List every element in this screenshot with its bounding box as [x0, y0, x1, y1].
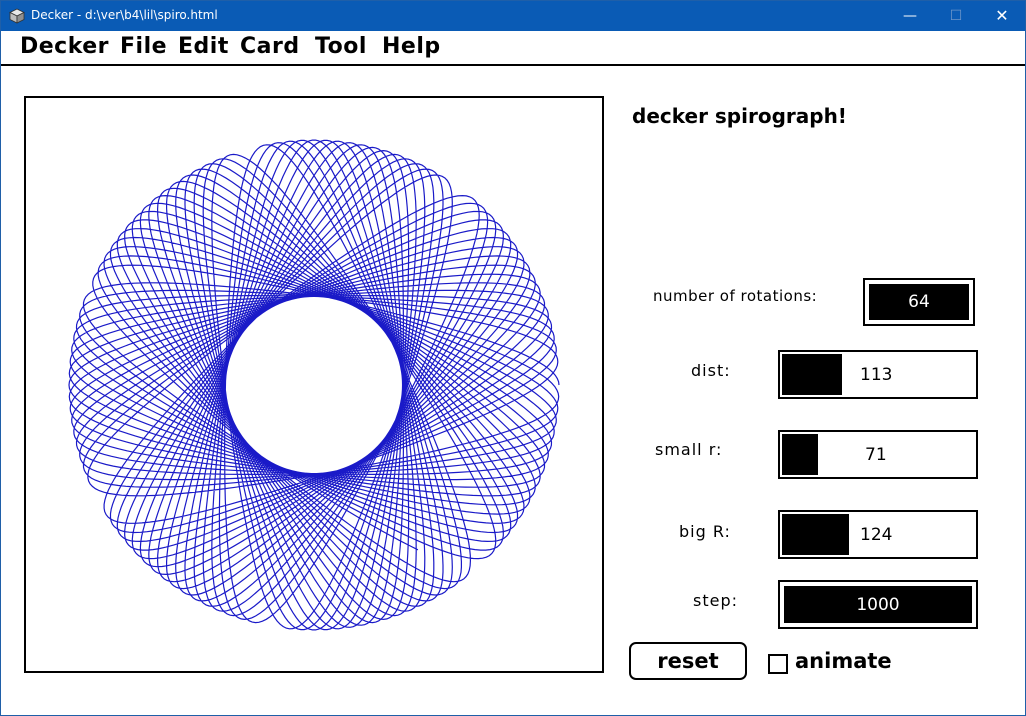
title-bar[interactable]: Decker - d:\ver\b4\lil\spiro.html — ☐ ✕ [1, 1, 1025, 31]
rotations-value: 64 [908, 292, 930, 312]
app-window: Decker - d:\ver\b4\lil\spiro.html — ☐ ✕ … [0, 0, 1026, 716]
rotations-label: number of rotations: [653, 287, 818, 305]
close-button[interactable]: ✕ [979, 1, 1025, 31]
small-r-slider-fill [782, 434, 818, 475]
menu-edit[interactable]: Edit [178, 34, 229, 59]
minimize-button[interactable]: — [887, 1, 933, 31]
big-r-slider[interactable]: 124 [778, 510, 978, 559]
spirograph-curve [68, 139, 560, 631]
menu-file[interactable]: File [120, 34, 167, 59]
page-title: decker spirograph! [632, 104, 847, 128]
step-field[interactable]: 1000 [778, 580, 978, 629]
menu-bar: Decker File Edit Card Tool Help [1, 32, 1025, 66]
small-r-slider[interactable]: 71 [778, 430, 978, 479]
big-r-label: big R: [679, 522, 731, 541]
spirograph-drawing [68, 139, 560, 631]
window-title: Decker - d:\ver\b4\lil\spiro.html [31, 8, 218, 22]
step-value: 1000 [856, 594, 900, 615]
cube-icon [9, 8, 25, 24]
dist-value: 113 [860, 364, 893, 385]
animate-checkbox[interactable] [768, 654, 788, 674]
dist-label: dist: [691, 361, 731, 380]
reset-button[interactable]: reset [629, 642, 747, 680]
menu-decker[interactable]: Decker [20, 34, 109, 59]
big-r-value: 124 [860, 524, 893, 545]
maximize-button[interactable]: ☐ [933, 1, 979, 31]
step-label: step: [693, 591, 738, 610]
menu-tool[interactable]: Tool [315, 34, 367, 59]
dist-slider-fill [782, 354, 842, 395]
animate-label[interactable]: animate [795, 649, 892, 673]
menu-card[interactable]: Card [240, 34, 300, 59]
big-r-slider-fill [782, 514, 849, 555]
rotations-field[interactable]: 64 [863, 278, 975, 326]
small-r-value: 71 [865, 444, 887, 465]
small-r-label: small r: [655, 440, 723, 459]
dist-slider[interactable]: 113 [778, 350, 978, 399]
spirograph-canvas[interactable] [24, 96, 604, 673]
menu-help[interactable]: Help [382, 34, 441, 59]
